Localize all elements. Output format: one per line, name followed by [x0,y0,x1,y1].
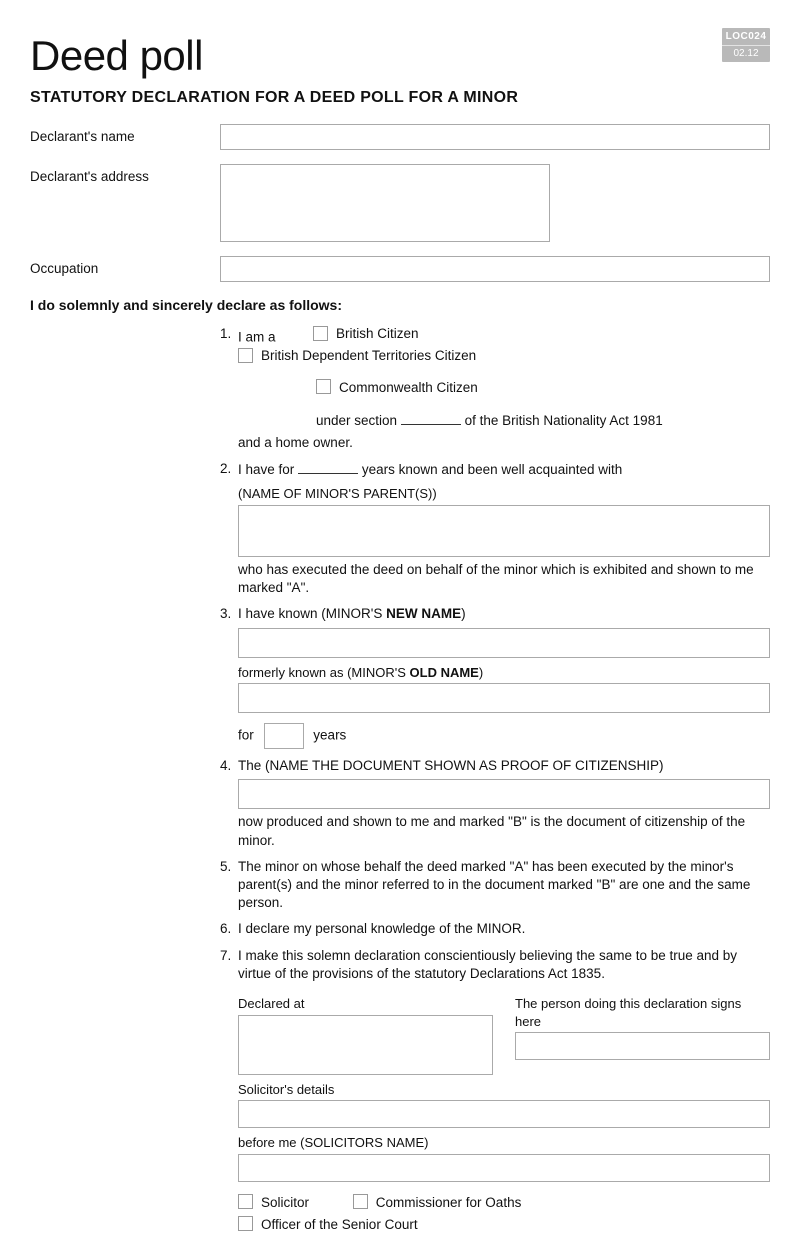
occupation-input[interactable] [220,256,770,282]
clause-2: I have for years known and been well acq… [220,460,770,597]
clause-3-lead-bold: NEW NAME [386,606,461,621]
form-revision: 02.12 [722,45,770,63]
minor-old-name-input[interactable] [238,683,770,713]
solicitors-name-input[interactable] [238,1154,770,1182]
citizenship-doc-input[interactable] [238,779,770,809]
clause-2-after: who has executed the deed on behalf of t… [238,561,770,597]
clause-7-text: I make this solemn declaration conscient… [238,948,737,981]
label-declared-at: Declared at [238,995,493,1013]
years-known-input[interactable] [264,723,304,749]
checkbox-icon [238,1216,253,1231]
option-solicitor[interactable]: Solicitor [238,1194,309,1212]
page-title: Deed poll [30,28,770,85]
label-declarant-name: Declarant's name [30,124,220,150]
option-commonwealth[interactable]: Commonwealth Citizen [316,379,478,397]
clause-4: The (NAME THE DOCUMENT SHOWN AS PROOF OF… [220,757,770,850]
label-before-me: before me (SOLICITORS NAME) [238,1134,770,1152]
clause-1-under-post: of the British Nationality Act 1981 [465,413,663,428]
option-bdtc[interactable]: British Dependent Territories Citizen [238,347,476,365]
label-declarant-address: Declarant's address [30,164,220,242]
checkbox-icon [316,379,331,394]
option-solicitor-label: Solicitor [261,1194,309,1212]
clause-1: I am a British Citizen British Dependent… [220,325,770,452]
label-signer: The person doing this declaration signs … [515,995,770,1030]
page-subtitle: STATUTORY DECLARATION FOR A DEED POLL FO… [30,87,770,109]
option-commissioner-label: Commissioner for Oaths [376,1194,522,1212]
form-code-badge: LOC024 02.12 [722,28,770,62]
option-british-citizen-label: British Citizen [336,325,419,343]
clause-7: I make this solemn declaration conscient… [220,947,770,1237]
minor-parents-name-input[interactable] [238,505,770,557]
solicitor-details-input[interactable] [238,1100,770,1128]
clause-1-homeowner: and a home owner. [238,434,770,452]
minor-new-name-input[interactable] [238,628,770,658]
declared-at-input[interactable] [238,1015,493,1075]
label-occupation: Occupation [30,256,220,282]
clause-3-years: years [313,728,346,743]
clause-4-lead: The (NAME THE DOCUMENT SHOWN AS PROOF OF… [238,758,664,773]
declare-heading: I do solemnly and sincerely declare as f… [30,296,770,315]
clause-6: I declare my personal knowledge of the M… [220,920,770,938]
clause-1-lead: I am a [238,330,276,345]
clause-3: I have known (MINOR'S NEW NAME) formerly… [220,605,770,749]
clause-3-formerly-post: ) [479,665,483,680]
option-officer[interactable]: Officer of the Senior Court [238,1216,418,1234]
clause-1-under-pre: under section [316,413,397,428]
option-officer-label: Officer of the Senior Court [261,1216,418,1234]
clause-2-pre: I have for [238,462,294,477]
checkbox-icon [238,348,253,363]
checkbox-icon [313,326,328,341]
clause-4-after: now produced and shown to me and marked … [238,813,770,849]
section-blank[interactable] [401,411,461,425]
checkbox-icon [353,1194,368,1209]
checkbox-icon [238,1194,253,1209]
clause-3-lead-post: ) [461,606,466,621]
label-solicitor-details: Solicitor's details [238,1081,770,1099]
clause-3-lead-pre: I have known (MINOR'S [238,606,386,621]
years-blank[interactable] [298,460,358,474]
declarant-address-input[interactable] [220,164,550,242]
clause-3-for: for [238,728,254,743]
clause-2-post: years known and been well acquainted wit… [362,462,622,477]
declarant-name-input[interactable] [220,124,770,150]
clause-5: The minor on whose behalf the deed marke… [220,858,770,913]
clause-3-formerly-pre: formerly known as (MINOR'S [238,665,410,680]
option-commissioner[interactable]: Commissioner for Oaths [353,1194,522,1212]
option-commonwealth-label: Commonwealth Citizen [339,379,478,397]
form-code: LOC024 [722,28,770,45]
signer-input[interactable] [515,1032,770,1060]
clause-3-formerly-bold: OLD NAME [410,665,479,680]
option-bdtc-label: British Dependent Territories Citizen [261,347,476,365]
option-british-citizen[interactable]: British Citizen [313,325,419,343]
clause-2-caption: (NAME OF MINOR'S PARENT(S)) [238,485,770,503]
